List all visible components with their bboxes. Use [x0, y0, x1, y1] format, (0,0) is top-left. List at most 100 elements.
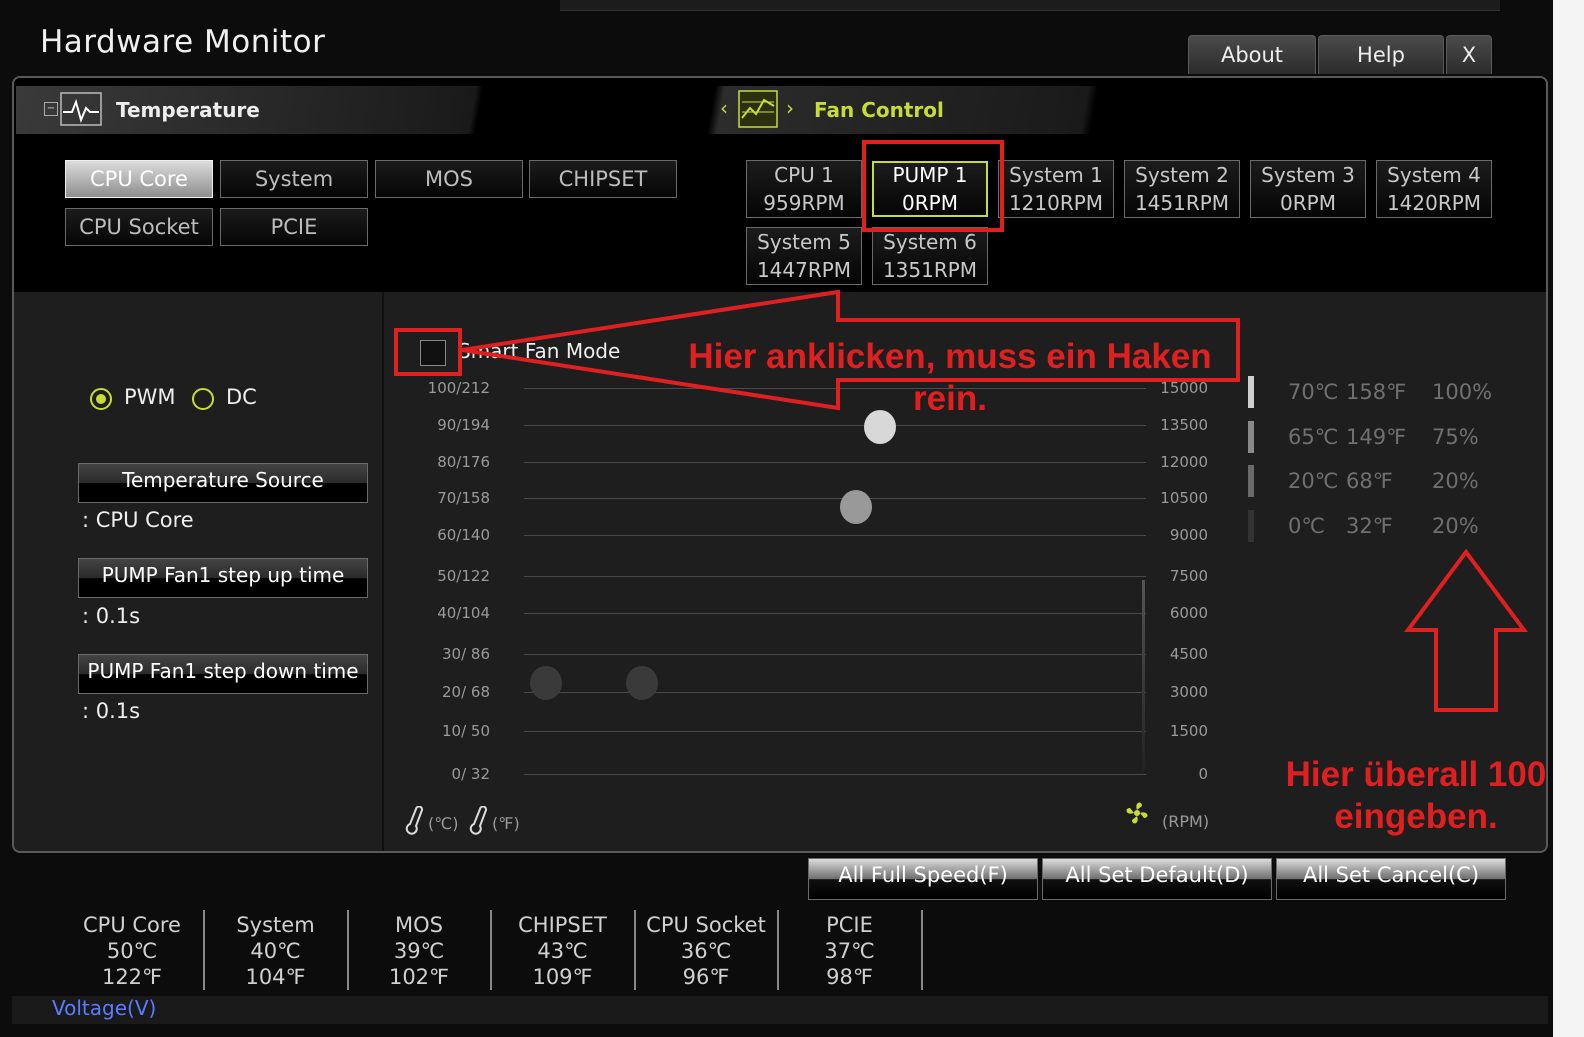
- annotation-click-here-line2: rein.: [913, 379, 987, 418]
- all-set-default-button[interactable]: All Set Default(D): [1042, 858, 1272, 900]
- step-up-time-button[interactable]: PUMP Fan1 step up time: [78, 558, 368, 598]
- right-tick-label: 12000: [1160, 453, 1208, 471]
- status-cpu-socket: CPU Socket 36℃ 96℉: [635, 912, 777, 990]
- sensor-button-chipset[interactable]: CHIPSET: [529, 160, 677, 198]
- dc-label: DC: [226, 385, 257, 409]
- curve-table-c[interactable]: 20℃: [1288, 469, 1338, 493]
- fan-name: CPU 1: [774, 163, 834, 187]
- status-name: CPU Socket: [646, 913, 766, 937]
- fan-button-system-4[interactable]: System 4 1420RPM: [1376, 160, 1492, 218]
- status-c: 43℃: [537, 939, 588, 963]
- fan-name: System 4: [1387, 163, 1481, 187]
- left-tick-label: 80/176: [437, 453, 490, 471]
- collapse-icon[interactable]: −: [44, 102, 58, 116]
- rpm-range-slider[interactable]: [1142, 580, 1145, 772]
- grid-line: [524, 498, 1146, 499]
- fan-graph-icon: [738, 90, 778, 128]
- annotation-enter-100-line1: Hier überall 100: [1285, 755, 1547, 794]
- help-button[interactable]: Help: [1318, 35, 1444, 74]
- sensor-button-cpu-core[interactable]: CPU Core: [65, 160, 213, 198]
- curve-point[interactable]: [626, 666, 658, 700]
- sensor-panel: − Temperature ‹ › Fan Control CPU Core S…: [14, 78, 1546, 292]
- grid-line: [524, 654, 1146, 655]
- curve-point[interactable]: [530, 666, 562, 700]
- fan-button-system-1[interactable]: System 1 1210RPM: [998, 160, 1114, 218]
- right-tick-label: 1500: [1169, 722, 1208, 740]
- curve-table-f[interactable]: 32℉: [1346, 514, 1393, 538]
- left-tick-label: 90/194: [437, 416, 490, 434]
- curve-table-c[interactable]: 0℃: [1288, 514, 1325, 538]
- fan-rpm: 1351RPM: [882, 258, 978, 282]
- all-full-speed-button[interactable]: All Full Speed(F): [808, 858, 1038, 900]
- grid-line: [524, 613, 1146, 614]
- fan-rpm: 959RPM: [763, 191, 845, 215]
- sensor-button-cpu-socket[interactable]: CPU Socket: [65, 208, 213, 246]
- status-c: 37℃: [824, 939, 875, 963]
- status-mos: MOS 39℃ 102℉: [348, 912, 490, 990]
- temperature-tab-header[interactable]: − Temperature: [16, 86, 716, 134]
- annotation-enter-100-line2: eingeben.: [1334, 797, 1498, 836]
- annotation-arrow-up: [1404, 548, 1528, 712]
- chevron-right-icon[interactable]: ›: [786, 96, 794, 120]
- right-tick-label: 10500: [1160, 489, 1208, 507]
- temperature-source-value: : CPU Core: [82, 508, 194, 532]
- fan-button-system-5[interactable]: System 5 1447RPM: [746, 227, 862, 285]
- curve-table-f[interactable]: 68℉: [1346, 469, 1393, 493]
- curve-table-p[interactable]: 100%: [1432, 380, 1492, 404]
- unit-fahrenheit: (℉): [492, 814, 520, 833]
- fan-button-system-3[interactable]: System 3 0RPM: [1250, 160, 1366, 218]
- sensor-button-mos[interactable]: MOS: [375, 160, 523, 198]
- grid-line: [524, 731, 1146, 732]
- step-down-time-value: : 0.1s: [82, 699, 141, 723]
- dc-radio[interactable]: [192, 388, 214, 410]
- grid-line: [524, 692, 1146, 693]
- step-up-time-value: : 0.1s: [82, 604, 141, 628]
- all-set-cancel-button[interactable]: All Set Cancel(C): [1276, 858, 1506, 900]
- main-frame: − Temperature ‹ › Fan Control CPU Core S…: [12, 76, 1548, 853]
- status-c: 40℃: [250, 939, 301, 963]
- sensor-button-pcie[interactable]: PCIE: [220, 208, 368, 246]
- fan-control-tab-header[interactable]: ‹ › Fan Control: [706, 86, 1176, 134]
- voltage-tab[interactable]: Voltage(V): [12, 996, 1548, 1024]
- curve-point[interactable]: [840, 490, 872, 524]
- pwm-radio[interactable]: [90, 388, 112, 410]
- fan-button-system-2[interactable]: System 2 1451RPM: [1124, 160, 1240, 218]
- top-strip: [560, 0, 1500, 11]
- status-f: 102℉: [388, 965, 450, 989]
- curve-table-p[interactable]: 20%: [1432, 469, 1479, 493]
- fan-button-cpu-1[interactable]: CPU 1 959RPM: [746, 160, 862, 218]
- temperature-source-button[interactable]: Temperature Source: [78, 463, 368, 503]
- right-tick-label: 9000: [1169, 526, 1208, 544]
- thermometer-f-icon: [469, 806, 487, 835]
- temperature-graph-icon: [60, 92, 102, 126]
- status-separator: [920, 910, 923, 990]
- curve-table-c[interactable]: 70℃: [1288, 380, 1338, 404]
- left-tick-label: 30/ 86: [442, 645, 490, 663]
- fan-rpm: 1451RPM: [1134, 191, 1230, 215]
- fan-button-system-6[interactable]: System 6 1351RPM: [872, 227, 988, 285]
- fan-rpm: 1447RPM: [756, 258, 852, 282]
- status-c: 50℃: [106, 939, 158, 963]
- status-cpu-core: CPU Core 50℃ 122℉: [61, 912, 203, 990]
- curve-table-c[interactable]: 65℃: [1288, 425, 1338, 449]
- curve-table-f[interactable]: 158℉: [1346, 380, 1406, 404]
- about-button[interactable]: About: [1188, 35, 1316, 74]
- right-tick-label: 6000: [1169, 604, 1208, 622]
- status-c: 36℃: [680, 939, 732, 963]
- status-name: CHIPSET: [518, 913, 607, 937]
- close-button[interactable]: X: [1446, 35, 1492, 74]
- grid-line: [524, 535, 1146, 536]
- grid-line: [524, 576, 1146, 577]
- fan-name: System 6: [883, 230, 977, 254]
- row-level-bar: [1248, 510, 1254, 542]
- chevron-left-icon[interactable]: ‹: [720, 96, 728, 120]
- curve-table-p[interactable]: 20%: [1432, 514, 1479, 538]
- curve-table-f[interactable]: 149℉: [1346, 425, 1406, 449]
- fan-name: System 3: [1261, 163, 1355, 187]
- status-f: 104℉: [245, 965, 306, 989]
- step-down-time-button[interactable]: PUMP Fan1 step down time: [78, 654, 368, 694]
- status-f: 109℉: [532, 965, 593, 989]
- status-name: MOS: [395, 913, 443, 937]
- sensor-button-system[interactable]: System: [220, 160, 368, 198]
- curve-table-p[interactable]: 75%: [1432, 425, 1479, 449]
